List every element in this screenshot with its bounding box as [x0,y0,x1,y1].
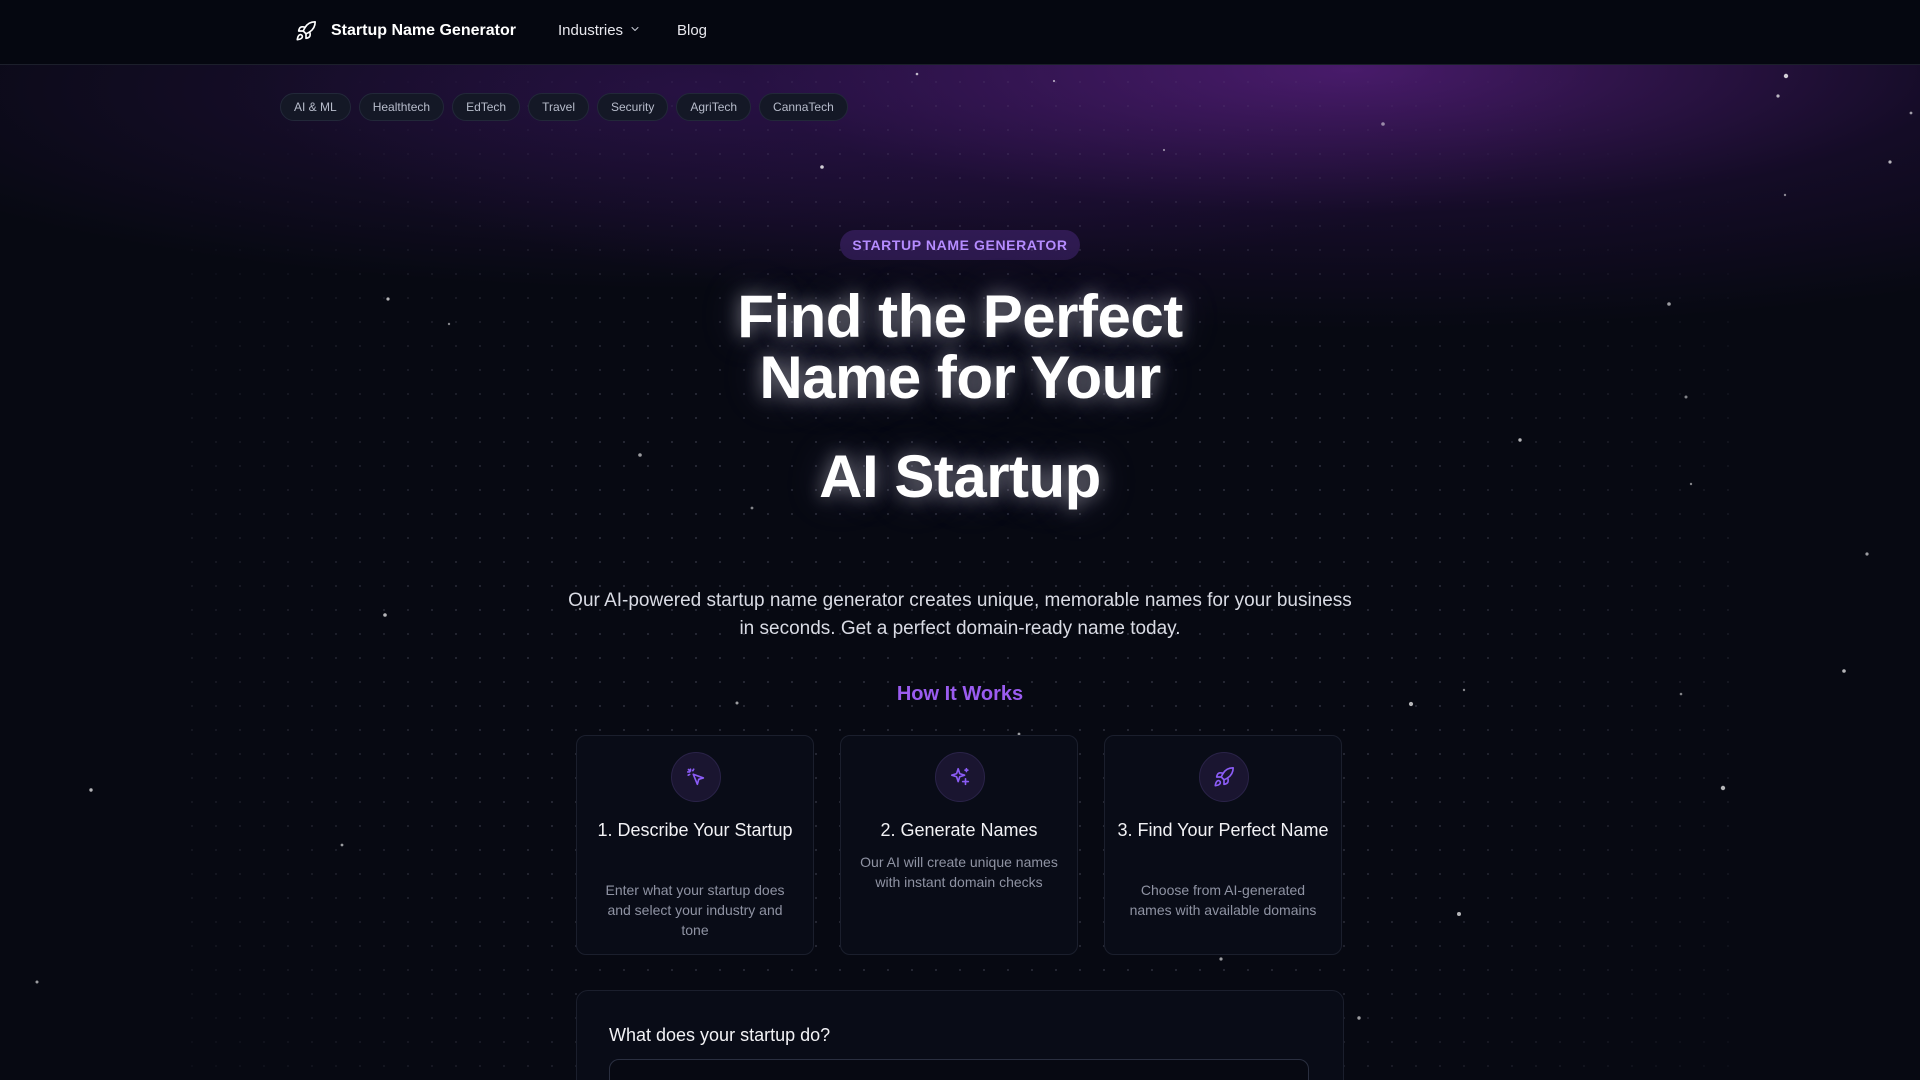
step-title: 1. Describe Your Startup [597,820,793,840]
sparkles-icon [935,752,985,802]
step-title: 2. Generate Names [880,820,1038,840]
chip-cannatech[interactable]: CannaTech [759,93,848,121]
industry-chips: AI & ML Healthtech EdTech Travel Securit… [280,93,848,121]
title-line-2: Name for Your [759,344,1161,411]
startup-description-input[interactable] [609,1059,1309,1080]
chip-agritech[interactable]: AgriTech [676,93,752,121]
title-accent: AI Startup [819,443,1101,510]
step-description: Choose from AI-generated names with avai… [1129,882,1317,918]
step-card-describe: 1. Describe Your Startup Enter what your… [576,735,814,955]
eyebrow-badge: STARTUP NAME GENERATOR [840,230,1080,260]
brand-name: Startup Name Generator [331,22,516,39]
chip-ai-ml[interactable]: AI & ML [280,93,351,121]
industries-dropdown[interactable]: Industries [558,22,641,39]
pointer-sparkle-icon [671,752,721,802]
step-description: Enter what your startup does and select … [605,882,785,938]
chip-healthtech[interactable]: Healthtech [358,93,445,121]
chip-travel[interactable]: Travel [528,93,589,121]
startup-description-form: What does your startup do? [576,990,1344,1080]
title-line-1: Find the Perfect [737,283,1183,350]
step-card-find: 3. Find Your Perfect Name Choose from AI… [1104,735,1342,955]
brand-home-link[interactable]: Startup Name Generator [295,20,516,42]
page: Startup Name Generator Industries Blog A… [0,0,1920,1080]
how-it-works-heading: How It Works [896,683,1024,705]
chip-edtech[interactable]: EdTech [452,93,521,121]
chip-security[interactable]: Security [597,93,669,121]
rocket-icon [1199,752,1249,802]
chevron-down-icon [629,22,641,39]
startup-description-label: What does your startup do? [609,1025,831,1045]
step-title: 3. Find Your Perfect Name [1117,820,1329,840]
top-navigation-bar: Startup Name Generator Industries Blog [0,0,1920,65]
rocket-icon [295,20,317,42]
hero-subtitle: Our AI-powered startup name generator cr… [568,590,1352,639]
blog-link[interactable]: Blog [677,22,707,39]
page-title: Find the Perfect Name for Your [560,286,1360,408]
industries-label: Industries [558,22,624,39]
step-card-generate: 2. Generate Names Our AI will create uni… [840,735,1078,955]
step-description: Our AI will create unique names with ins… [860,854,1058,890]
